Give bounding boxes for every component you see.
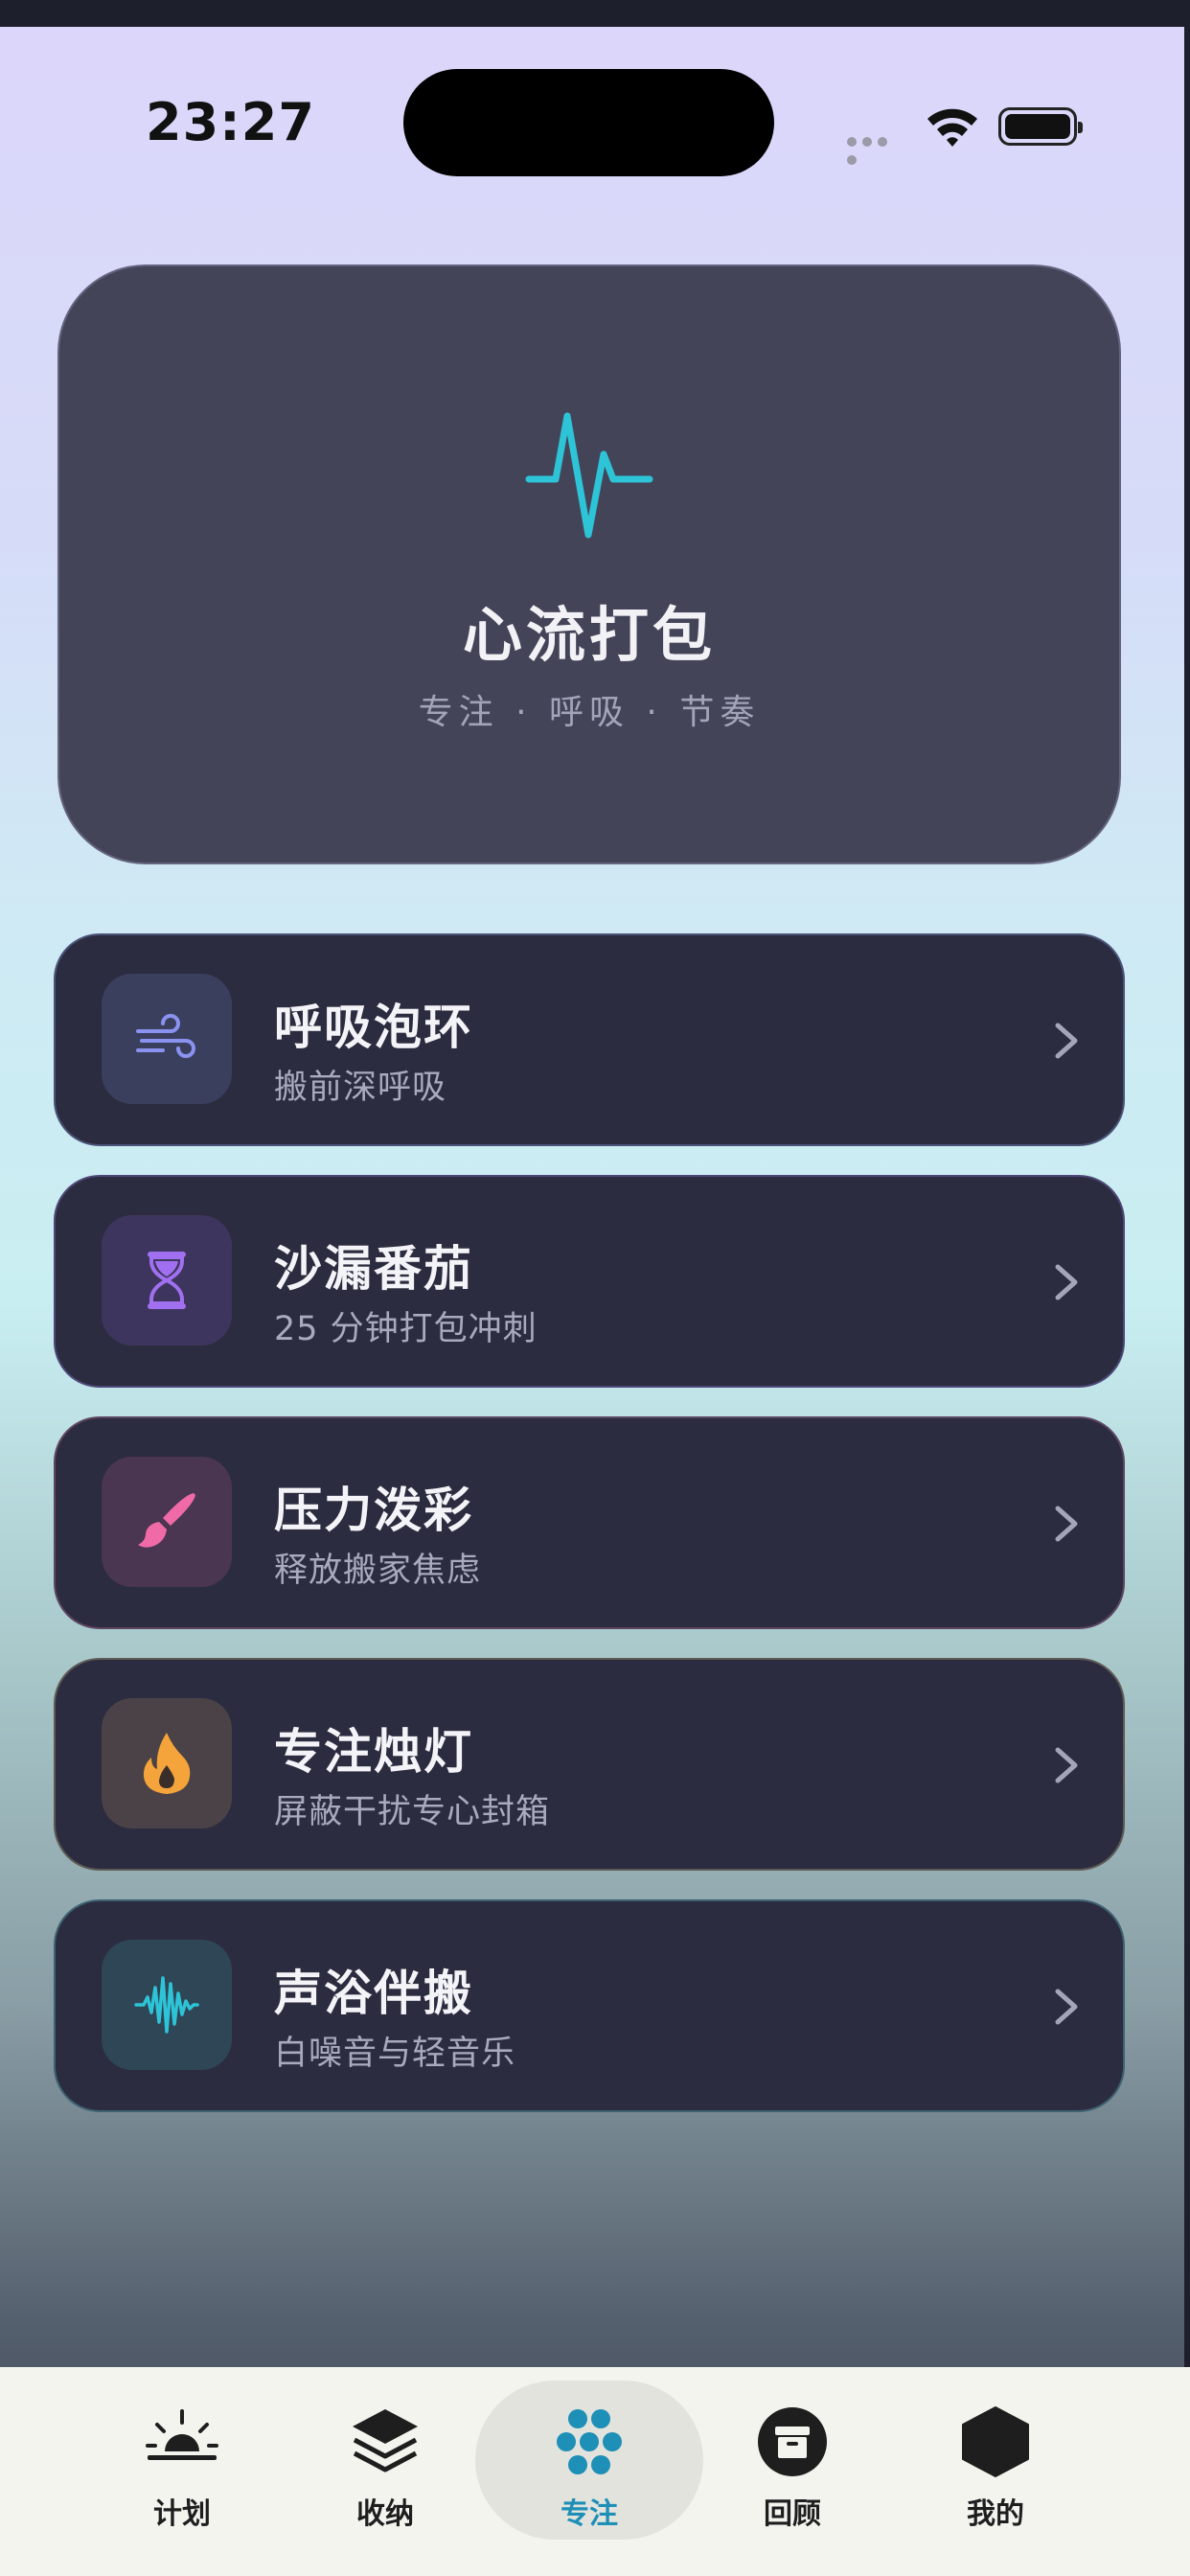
tab-label: 收纳 [356, 2497, 414, 2531]
card-subtitle: 搬前深呼吸 [274, 1069, 447, 1107]
hero-subtitle: 专注 · 呼吸 · 节奏 [418, 693, 761, 732]
chevron-right-icon [1055, 1989, 1078, 2025]
waveform-icon [134, 1976, 199, 2034]
paintbrush-icon [138, 1493, 195, 1548]
tab-profile[interactable]: 我的 [924, 2405, 1067, 2531]
tab-label: 回顾 [764, 2497, 821, 2531]
focus-candle-card[interactable]: 专注烛灯 屏蔽干扰专心封箱 [54, 1658, 1125, 1871]
hero-card: 心流打包 专注 · 呼吸 · 节奏 [57, 264, 1121, 864]
battery-icon [998, 107, 1083, 146]
tab-bar: 计划 收纳 专注 回顾 我的 [0, 2367, 1190, 2576]
flower-icon [557, 2409, 622, 2474]
tab-label: 计划 [153, 2497, 211, 2531]
hexagon-icon [962, 2406, 1029, 2477]
hourglass-tile [102, 1215, 232, 1346]
card-subtitle: 25 分钟打包冲刺 [274, 1310, 538, 1348]
chevron-right-icon [1055, 1023, 1078, 1059]
paintbrush-tile [102, 1457, 232, 1587]
hero-title: 心流打包 [462, 600, 716, 670]
status-time: 23:27 [146, 92, 315, 152]
tab-focus[interactable]: 专注 [517, 2405, 661, 2531]
layers-icon [353, 2409, 418, 2472]
hourglass-icon [148, 1252, 186, 1309]
tab-plan[interactable]: 计划 [110, 2405, 254, 2531]
sound-bath-card[interactable]: 声浴伴搬 白噪音与轻音乐 [54, 1899, 1125, 2112]
cellular-signal-icon [847, 132, 906, 165]
card-title: 沙漏番茄 [274, 1241, 473, 1297]
dynamic-island [403, 69, 774, 176]
card-title: 压力泼彩 [274, 1483, 473, 1538]
tab-label: 专注 [561, 2497, 618, 2531]
heartbeat-icon [525, 412, 653, 539]
card-title: 专注烛灯 [274, 1724, 473, 1780]
card-title: 呼吸泡环 [274, 1000, 473, 1055]
flame-tile [102, 1698, 232, 1828]
chevron-right-icon [1055, 1264, 1078, 1300]
breathing-ring-card[interactable]: 呼吸泡环 搬前深呼吸 [54, 933, 1125, 1146]
wind-icon [136, 1014, 195, 1058]
breathing-tile [102, 974, 232, 1104]
card-subtitle: 白噪音与轻音乐 [274, 2035, 516, 2073]
archive-icon [758, 2407, 827, 2476]
tab-label: 我的 [967, 2497, 1024, 2531]
wifi-icon [927, 108, 977, 147]
chevron-right-icon [1055, 1747, 1078, 1783]
top-edge [0, 0, 1190, 27]
chevron-right-icon [1055, 1506, 1078, 1542]
flame-icon [143, 1733, 191, 1794]
tab-review[interactable]: 回顾 [721, 2405, 864, 2531]
tab-storage[interactable]: 收纳 [313, 2405, 457, 2531]
focus-screen: 23:27 心流打包 专注 · 呼吸 · 节奏 呼吸泡环 搬前深呼吸 沙漏番茄 … [0, 27, 1184, 2576]
card-subtitle: 释放搬家焦虑 [274, 1552, 482, 1590]
waveform-tile [102, 1940, 232, 2070]
card-title: 声浴伴搬 [274, 1966, 473, 2021]
pressure-splash-card[interactable]: 压力泼彩 释放搬家焦虑 [54, 1416, 1125, 1629]
sunrise-icon [146, 2409, 218, 2460]
card-subtitle: 屏蔽干扰专心封箱 [274, 1793, 551, 1831]
hourglass-pomodoro-card[interactable]: 沙漏番茄 25 分钟打包冲刺 [54, 1175, 1125, 1388]
